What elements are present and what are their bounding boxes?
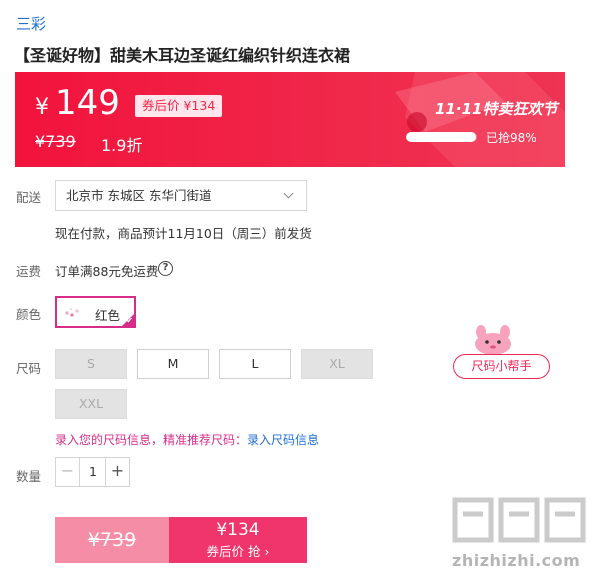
buy-with-coupon-button[interactable]: ¥134 券后价 抢 › <box>169 517 307 563</box>
watermark-text: zhizhizhi.com <box>452 551 581 570</box>
ship-estimate: 现在付款，商品预计11月10日（周三）前发货 <box>55 226 312 241</box>
color-option-label: 红色 <box>95 308 121 323</box>
buy-action-label: 券后价 抢 › <box>206 544 270 559</box>
quantity-label: 数量 <box>16 469 42 484</box>
freight-text: 订单满88元免运费 <box>55 264 159 279</box>
sold-progress-fill <box>406 132 476 142</box>
sold-progress-bar <box>406 132 477 142</box>
buy-original-price[interactable]: ¥739 <box>55 517 169 563</box>
quantity-value[interactable]: 1 <box>80 458 106 486</box>
size-info-link[interactable]: 录入尺码信息 <box>247 433 319 447</box>
color-swatch-thumbnail <box>65 307 79 317</box>
sold-percent: 已抢98% <box>486 131 537 145</box>
help-icon[interactable]: ? <box>158 261 173 276</box>
address-select[interactable]: 北京市 东城区 东华门街道 <box>55 180 307 211</box>
increment-button[interactable]: + <box>105 458 129 486</box>
size-option-l[interactable]: L <box>219 349 291 379</box>
size-helper-button[interactable]: 尺码小帮手 <box>453 354 550 379</box>
size-info-prompt: 录入您的尺码信息，精准推荐尺码：录入尺码信息 <box>55 431 319 448</box>
check-icon: ✔ <box>126 316 133 325</box>
size-option-xxl[interactable]: XXL <box>55 389 127 419</box>
size-option-m[interactable]: M <box>137 349 209 379</box>
size-option-xl[interactable]: XL <box>301 349 373 379</box>
address-value: 北京市 东城区 东华门街道 <box>66 188 212 203</box>
color-option-red[interactable]: 红色 ✔ <box>55 296 136 328</box>
color-label: 颜色 <box>16 307 42 322</box>
current-price: 149 <box>55 83 120 123</box>
price-banner: ¥ 149 券后价 ¥134 ¥739 1.9折 11·11特卖狂欢节 已抢98… <box>15 72 565 167</box>
freight-label: 运费 <box>16 264 42 279</box>
size-label: 尺码 <box>16 361 42 376</box>
product-title: 【圣诞好物】甜美木耳边圣诞红编织针织连衣裙 <box>14 46 351 65</box>
coupon-price-badge: 券后价 ¥134 <box>135 95 223 117</box>
quantity-stepper: − 1 + <box>55 457 130 487</box>
size-helper-mascot-icon <box>475 325 511 355</box>
price-currency: ¥ <box>35 95 49 120</box>
delivery-label: 配送 <box>16 190 42 205</box>
buy-coupon-price: ¥134 <box>216 520 260 540</box>
banner-decoration <box>395 72 565 167</box>
original-price: ¥739 <box>35 132 76 151</box>
event-label: 11·11特卖狂欢节 <box>435 100 558 118</box>
decrement-button[interactable]: − <box>56 458 80 486</box>
brand-link[interactable]: 三彩 <box>16 13 46 34</box>
size-info-text: 录入您的尺码信息，精准推荐尺码： <box>55 433 248 447</box>
size-option-s[interactable]: S <box>55 349 127 379</box>
chevron-down-icon <box>283 188 294 199</box>
discount-label: 1.9折 <box>101 136 143 155</box>
